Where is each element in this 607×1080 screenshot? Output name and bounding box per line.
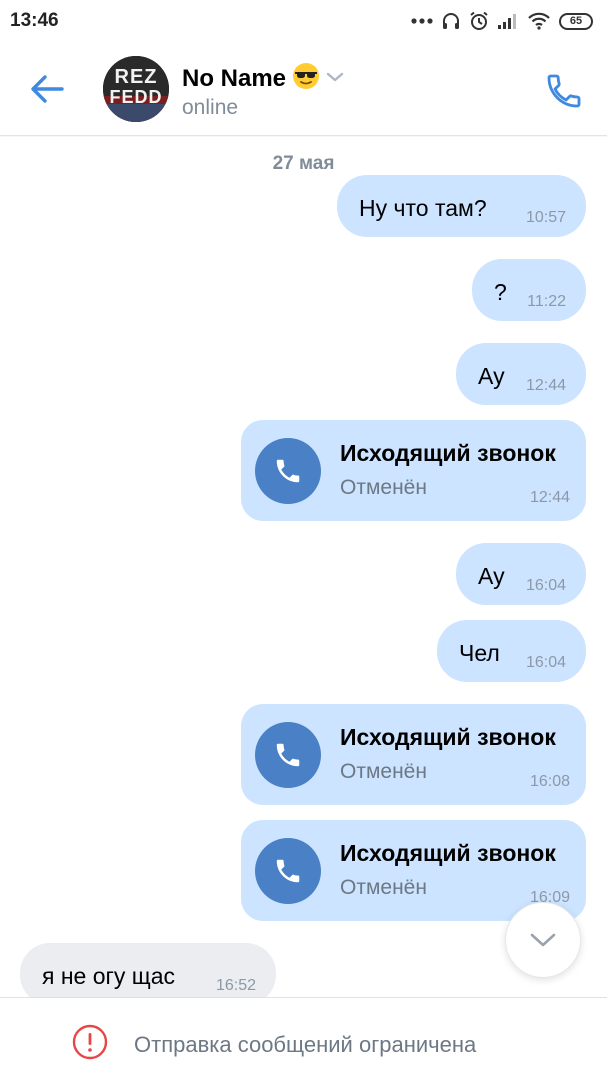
- message-bubble-incoming[interactable]: я не огу щас 16:52: [20, 943, 276, 997]
- restriction-notice: Отправка сообщений ограничена: [72, 1024, 476, 1065]
- call-message[interactable]: Исходящий звонок Отменён 12:44: [241, 420, 586, 521]
- message-text: ?: [494, 279, 507, 305]
- signal-icon: [497, 12, 519, 30]
- arrow-left-icon: [31, 75, 64, 103]
- message-time: 10:57: [525, 209, 566, 226]
- message-list[interactable]: 27 мая Ну что там? 10:57 ? 11:22 Ау 12:4…: [0, 137, 607, 997]
- message-text: Чел: [459, 640, 500, 666]
- date-separator: 27 мая: [272, 153, 335, 174]
- message-bubble[interactable]: Ау 12:44: [456, 343, 586, 405]
- message-text: Ау: [478, 363, 505, 389]
- message-text: я не огу щас: [42, 963, 176, 989]
- message-time: 16:08: [529, 773, 570, 790]
- sunglasses-emoji-icon: [292, 62, 320, 95]
- composer-bar: Отправка сообщений ограничена: [0, 997, 607, 1080]
- message-time: 16:04: [525, 654, 566, 671]
- message-bubble[interactable]: Ау 16:04: [456, 543, 586, 605]
- message-time: 12:44: [525, 377, 566, 394]
- alarm-icon: [469, 11, 489, 31]
- call-status: Отменён: [340, 876, 427, 899]
- message-time: 16:04: [525, 577, 566, 594]
- message-time: 16:52: [215, 977, 256, 994]
- warning-icon: [72, 1024, 108, 1065]
- chevron-down-icon[interactable]: [326, 70, 344, 88]
- call-title: Исходящий звонок: [340, 840, 556, 866]
- status-bar: 13:46 65: [0, 0, 607, 44]
- contact-status: online: [182, 96, 239, 119]
- message-bubble[interactable]: ? 11:22: [472, 259, 586, 321]
- call-status: Отменён: [340, 760, 427, 783]
- call-title: Исходящий звонок: [340, 440, 556, 466]
- scroll-down-button[interactable]: [505, 902, 581, 978]
- call-button[interactable]: [539, 66, 589, 116]
- call-title: Исходящий звонок: [340, 724, 556, 750]
- message-bubble[interactable]: Ну что там? 10:57: [337, 175, 586, 237]
- back-button[interactable]: [24, 66, 70, 112]
- phone-icon: [547, 74, 581, 108]
- wifi-icon: [527, 12, 551, 30]
- battery-level: 65: [569, 14, 583, 27]
- contact-name-row[interactable]: No Name: [182, 62, 344, 95]
- status-icons: 65: [411, 10, 593, 32]
- avatar-text-bottom: FEDD: [110, 87, 163, 107]
- avatar[interactable]: REZ FEDD: [103, 56, 169, 122]
- chevron-down-icon: [530, 933, 556, 947]
- call-status: Отменён: [340, 476, 427, 499]
- status-time: 13:46: [10, 10, 59, 31]
- call-circle: [255, 722, 321, 788]
- message-text: Ау: [478, 563, 505, 589]
- message-time: 11:22: [527, 293, 566, 310]
- phone-icon: [276, 859, 300, 883]
- more-dots-icon: [411, 18, 433, 24]
- call-message[interactable]: Исходящий звонок Отменён 16:08: [241, 704, 586, 805]
- call-circle: [255, 438, 321, 504]
- message-bubble[interactable]: Чел 16:04: [437, 620, 586, 682]
- avatar-text-top: REZ: [115, 66, 158, 88]
- phone-icon: [276, 459, 300, 483]
- contact-name: No Name: [182, 64, 287, 92]
- restriction-text: Отправка сообщений ограничена: [134, 1031, 477, 1057]
- call-circle: [255, 838, 321, 904]
- battery-icon: 65: [559, 12, 593, 30]
- phone-icon: [276, 743, 300, 767]
- chat-header: REZ FEDD No Name online: [0, 44, 607, 136]
- headphones-icon: [441, 11, 461, 31]
- message-time: 12:44: [529, 489, 570, 506]
- message-text: Ну что там?: [359, 195, 487, 221]
